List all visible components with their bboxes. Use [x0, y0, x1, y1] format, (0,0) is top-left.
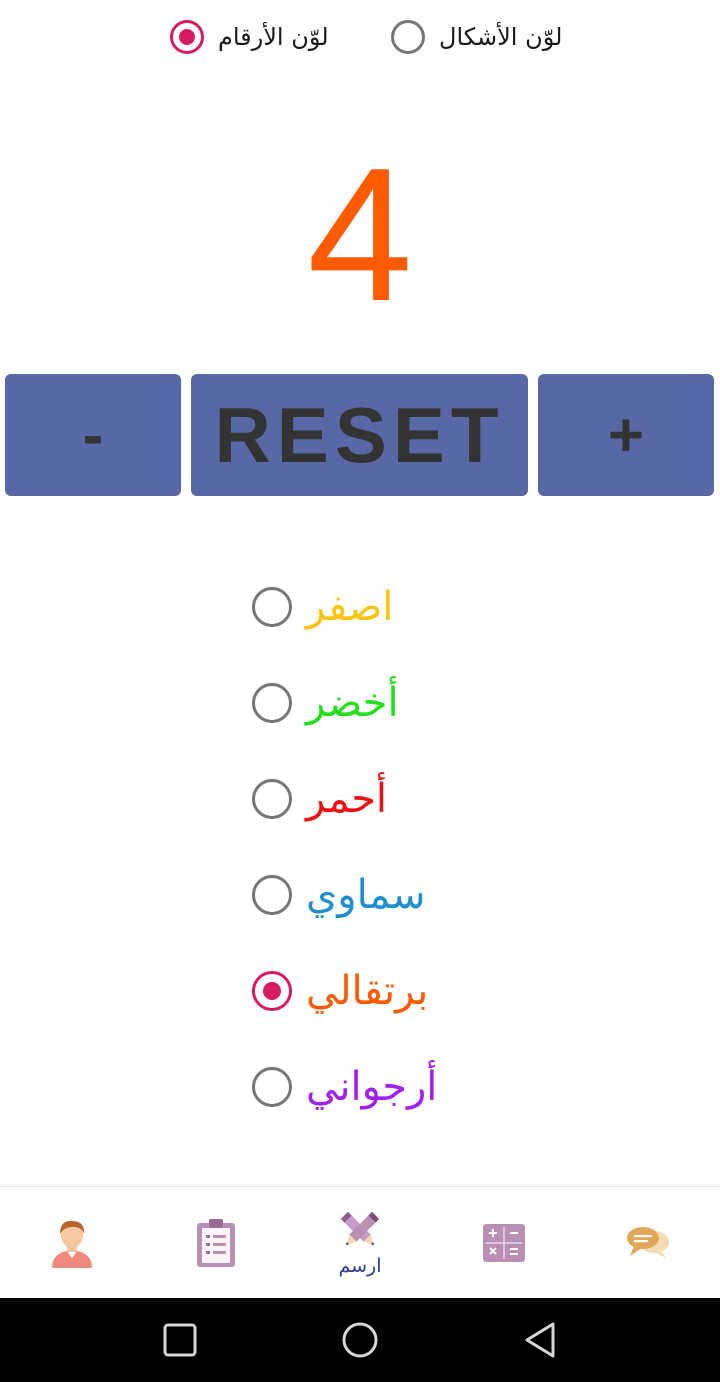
reset-button[interactable]: RESET	[191, 374, 528, 496]
color-option-purple[interactable]: أرجواني	[252, 1047, 437, 1127]
home-circle-icon	[342, 1322, 378, 1358]
nav-item-profile[interactable]	[0, 1187, 144, 1299]
color-target-radio-group: لوّن الأرقام لوّن الأشكال	[0, 0, 720, 78]
color-option-red[interactable]: أحمر	[252, 759, 387, 839]
color-option-cyan[interactable]: سماوي	[252, 855, 425, 935]
decrement-button[interactable]: -	[5, 374, 181, 496]
nav-item-draw-label: ارسم	[338, 1255, 382, 1277]
color-option-radio[interactable]	[252, 587, 292, 627]
back-button[interactable]	[518, 1318, 562, 1362]
back-triangle-icon	[525, 1322, 555, 1358]
color-option-radio[interactable]	[252, 1067, 292, 1107]
recents-square-icon	[163, 1323, 197, 1357]
color-option-orange[interactable]: برتقالي	[252, 951, 428, 1031]
home-button[interactable]	[338, 1318, 382, 1362]
color-option-green[interactable]: أخضر	[252, 663, 399, 743]
person-avatar-icon	[52, 1220, 92, 1268]
nav-item-clipboard[interactable]	[144, 1187, 288, 1299]
color-option-radio[interactable]	[252, 779, 292, 819]
counter-value: 4	[307, 129, 413, 341]
color-shapes-radio[interactable]: لوّن الأشكال	[391, 20, 562, 54]
color-numbers-label: لوّن الأرقام	[218, 23, 329, 51]
color-shapes-label: لوّن الأشكال	[439, 23, 563, 51]
pencil-draw-icon	[340, 1211, 380, 1246]
color-option-label: أخضر	[306, 680, 399, 726]
calculator-icon	[483, 1224, 525, 1262]
nav-item-calculator[interactable]	[432, 1187, 576, 1299]
recents-button[interactable]	[158, 1318, 202, 1362]
nav-item-chat[interactable]	[576, 1187, 720, 1299]
bottom-navigation: ارسم	[0, 1186, 720, 1299]
system-navigation-bar	[0, 1298, 720, 1382]
color-option-radio[interactable]	[252, 875, 292, 915]
color-option-radio[interactable]	[252, 971, 292, 1011]
color-option-label: أحمر	[306, 776, 388, 822]
increment-button[interactable]: +	[538, 374, 714, 496]
color-option-label: أرجواني	[306, 1064, 438, 1110]
color-option-label: سماوي	[306, 872, 426, 918]
color-numbers-radio[interactable]: لوّن الأرقام	[170, 20, 329, 54]
color-option-yellow[interactable]: اصفر	[252, 567, 393, 647]
chat-bubbles-icon	[627, 1227, 669, 1258]
color-option-radio[interactable]	[252, 683, 292, 723]
nav-item-draw[interactable]: ارسم	[288, 1187, 432, 1299]
color-numbers-radio-circle[interactable]	[170, 20, 204, 54]
color-shapes-radio-circle[interactable]	[391, 20, 425, 54]
color-option-label: اصفر	[306, 584, 394, 630]
clipboard-icon	[197, 1219, 235, 1267]
color-option-label: برتقالي	[306, 968, 429, 1014]
